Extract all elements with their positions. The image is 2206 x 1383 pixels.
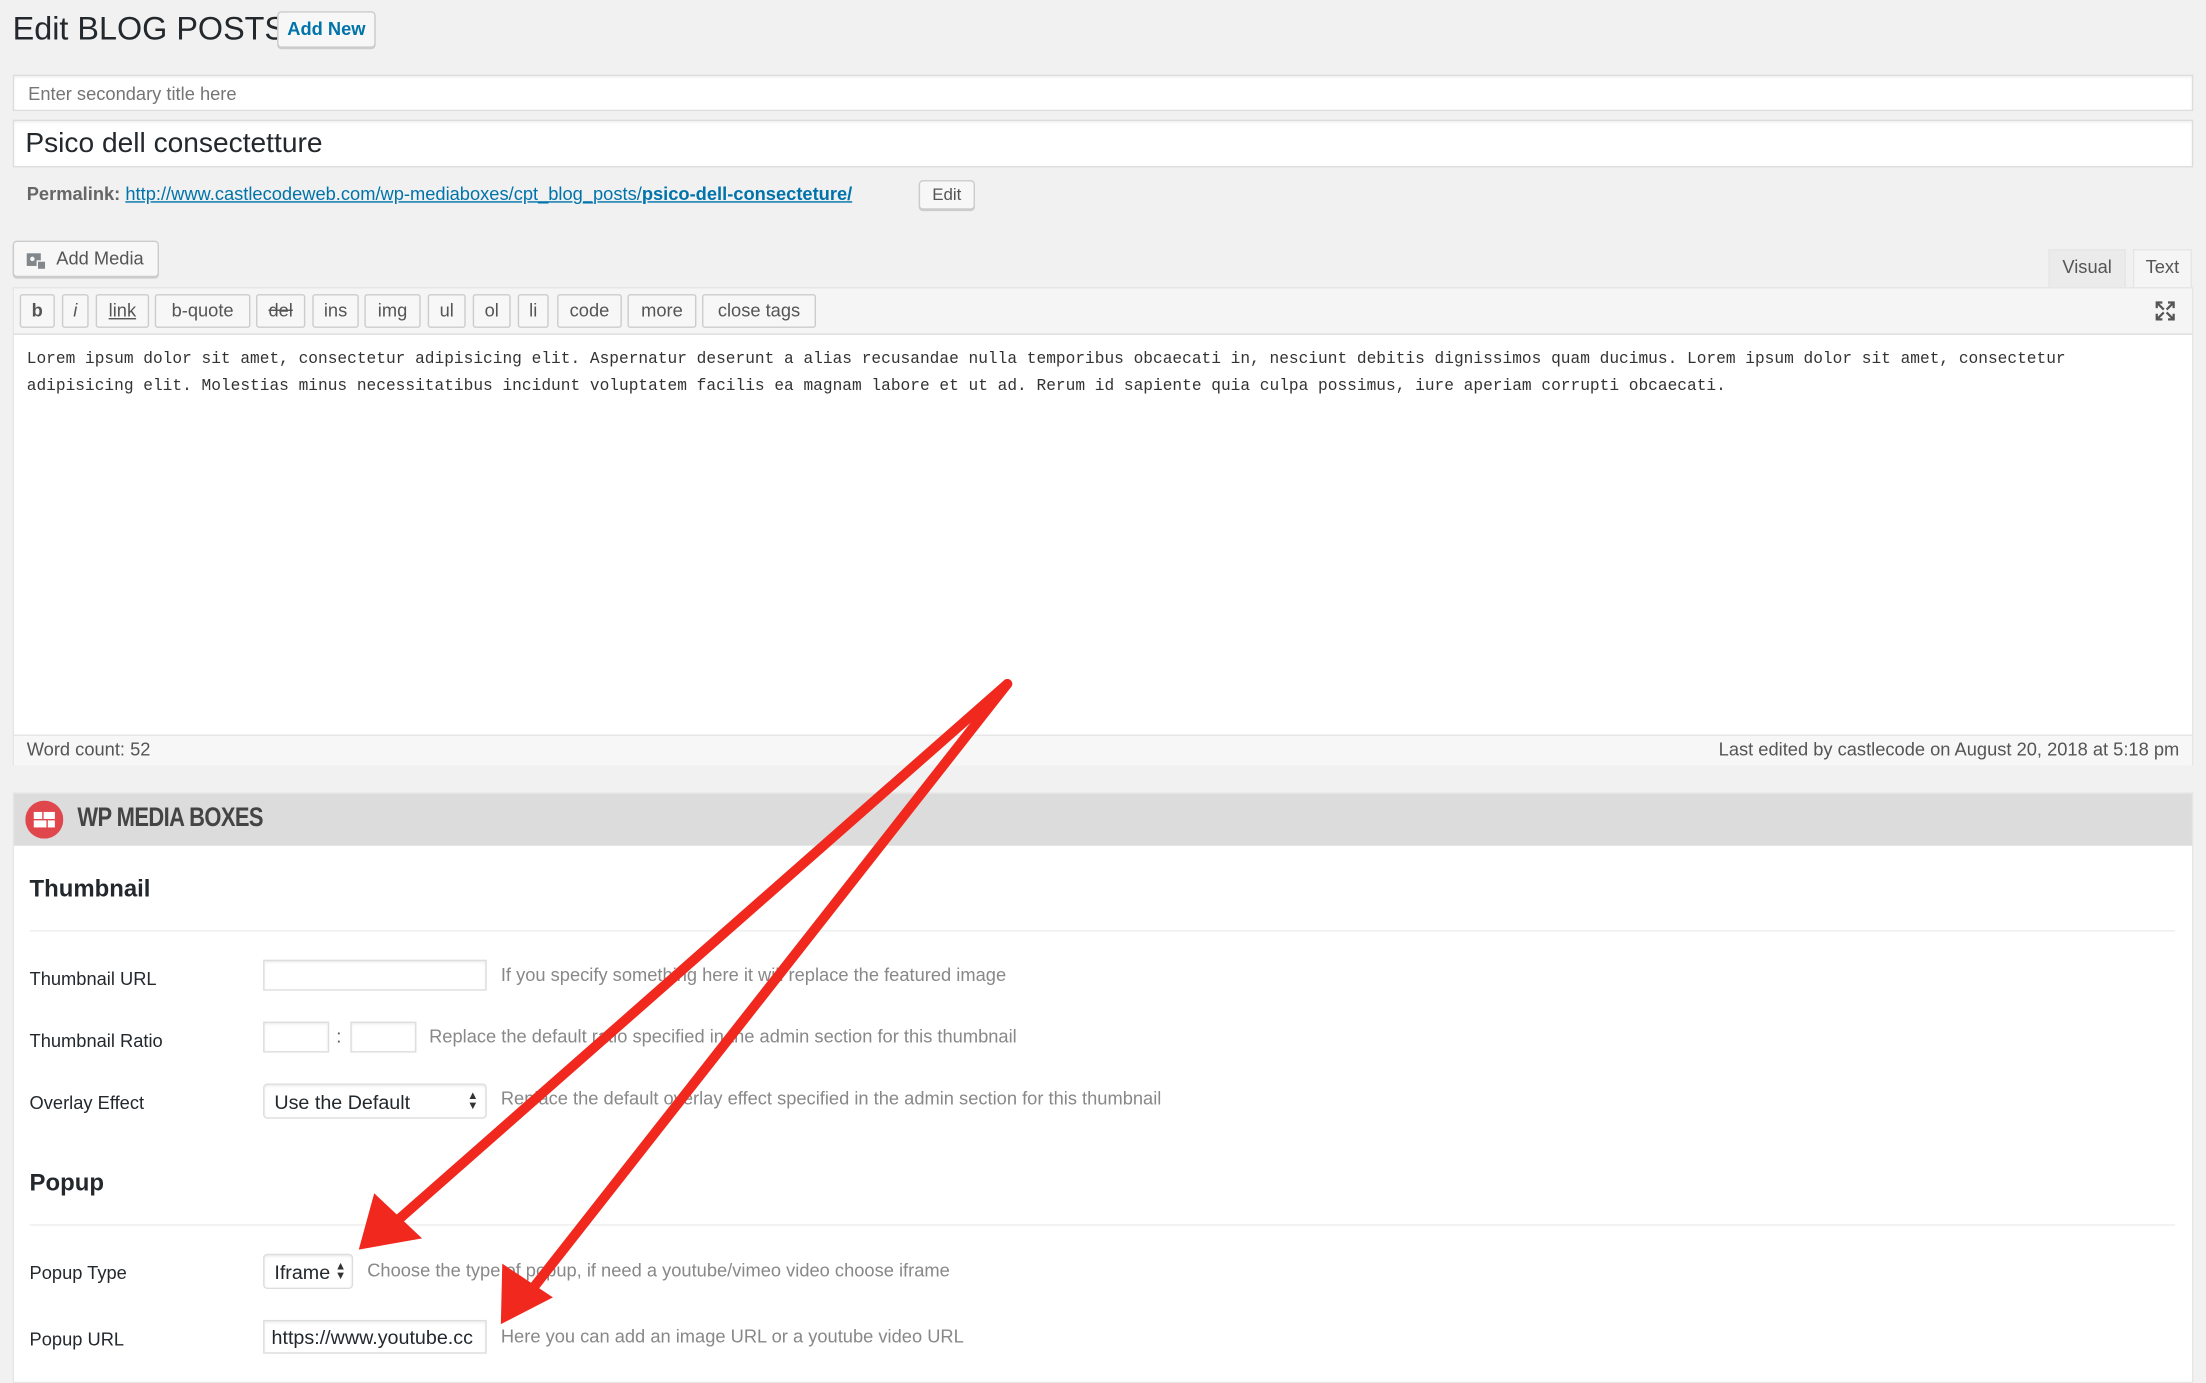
arrow-to-popup-url (529, 678, 1013, 1292)
annotation-arrows (358, 678, 1013, 1325)
arrow-to-popup-type (394, 678, 1013, 1224)
